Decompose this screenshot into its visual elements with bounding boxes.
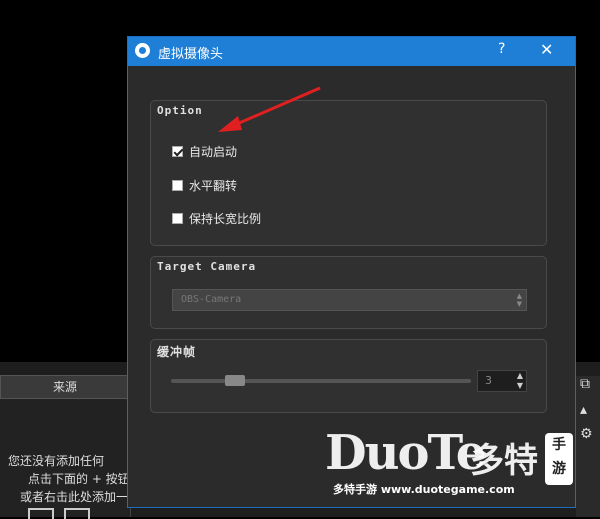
arrow-head	[218, 116, 242, 132]
watermark-url: 多特手游 www.duotegame.com	[333, 483, 515, 496]
watermark-brand: DuoTe	[325, 425, 486, 481]
watermark-logo: DuoTe 多特 手游 多特手游 www.duotegame.com	[325, 425, 575, 510]
watermark-badge-text: 手游	[552, 437, 566, 477]
watermark-cn: 多特	[470, 441, 538, 481]
watermark-badge: 手游	[545, 433, 573, 485]
arrow-shaft	[229, 86, 321, 129]
